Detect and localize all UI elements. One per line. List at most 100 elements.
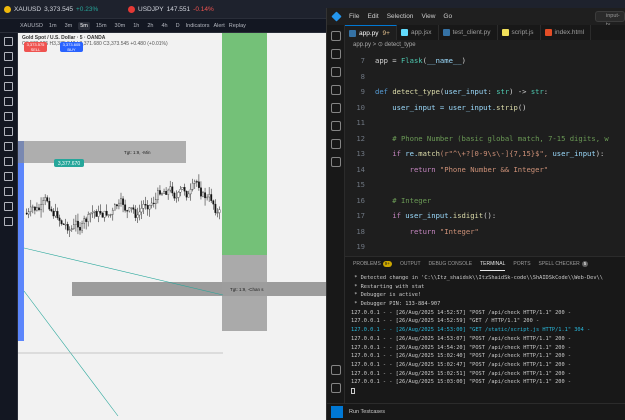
code-line[interactable]: 14 return "Phone Number && Integer" [345,162,625,178]
crosshair-icon[interactable] [4,37,13,46]
testing-icon[interactable] [331,121,341,131]
code-line[interactable]: 17 if user_input. isdigit (): [345,208,625,224]
editor-tab[interactable]: app.py 9+ [345,25,397,40]
run-debug-icon[interactable] [331,85,341,95]
candle-body [124,204,127,211]
symbol-change: +0.23% [76,6,99,13]
candle-body [179,189,182,193]
candle-body [40,204,43,211]
code-line[interactable]: 18 return "Integer" [345,224,625,240]
code-line[interactable]: 15 [345,177,625,193]
command-search-input[interactable]: input-ty [595,11,625,28]
menu-go[interactable]: Go [439,13,456,20]
candle-body [73,224,75,229]
editor-tab[interactable]: test_client.py [439,25,498,40]
code-token: : [543,87,549,97]
line-number: 19 [356,242,365,252]
source-control-icon[interactable] [331,67,341,77]
menu-view[interactable]: View [417,13,439,20]
eye-icon[interactable] [4,202,13,211]
account-icon[interactable] [331,365,341,375]
price-chart[interactable]: 3,377.670 Tgt: 1:9, -Min Tgt: 1:9, -Chan… [18,33,326,420]
editor-tab[interactable]: app.jsx [397,25,439,40]
buy-button[interactable]: 3,373.605 BUY [60,42,83,52]
forecast-icon[interactable] [4,127,13,136]
settings-gear-icon[interactable] [331,383,341,393]
ruler-icon[interactable] [4,142,13,151]
timeframe-1m[interactable]: 1m [47,22,59,30]
menu-edit[interactable]: Edit [363,13,382,20]
magnet-icon[interactable] [4,172,13,181]
code-line[interactable]: 7 app = Flask(__name__) [345,53,625,69]
menu-selection[interactable]: Selection [383,13,418,20]
candle-body [214,203,217,213]
candle-body [171,186,174,194]
code-editor[interactable]: 7 app = Flask(__name__) 8 9 def detect_type(… [345,53,625,256]
timeframe-2h[interactable]: 2h [145,22,155,30]
code-token: : [487,87,497,97]
zoom-icon[interactable] [4,157,13,166]
panel-tab[interactable]: TERMINAL [480,257,506,271]
candle-body [87,214,90,222]
trash-icon[interactable] [4,217,13,226]
candle-body [169,186,172,191]
candle-body [27,211,30,215]
pattern-icon[interactable] [4,112,13,121]
code-token: user_input [552,149,596,159]
panel-tab[interactable]: SPELL CHECKER 5 [539,257,589,271]
timeframe-5m[interactable]: 5m [78,21,90,30]
code-line[interactable]: 8 [345,69,625,85]
remote-indicator-icon[interactable] [331,406,343,418]
code-token: (): [483,211,497,221]
replay-button[interactable]: Replay [229,23,246,29]
candle-body [167,189,170,195]
panel-tab[interactable]: OUTPUT [400,257,421,271]
editor-tab[interactable]: script.js [498,25,541,40]
search-icon[interactable] [331,49,341,59]
code-line[interactable]: 11 [345,115,625,131]
indicators-button[interactable]: Indicators [186,23,210,29]
line-number: 9 [360,87,365,97]
panel-tab[interactable]: DEBUG CONSOLE [429,257,473,271]
terminal-output[interactable]: * Detected change in 'C:\\Itz_shaidsk\\I… [345,271,625,401]
explorer-icon[interactable] [331,31,341,41]
extensions-icon[interactable] [331,103,341,113]
panel-tab[interactable]: PORTS [513,257,530,271]
candle-body [75,220,77,225]
docker-icon[interactable] [331,139,341,149]
menu-file[interactable]: File [345,13,363,20]
candle-body [48,200,51,210]
candle-body [161,193,163,195]
code-line[interactable]: 16 # Integer [345,193,625,209]
sell-button[interactable]: 3,373.575 SELL [24,42,47,52]
code-line[interactable]: 12 # Phone Number (basic global match, 7… [345,131,625,147]
candlestick-plot[interactable]: 3,377.670 Tgt: 1:9, -Min Tgt: 1:9, -Chan… [18,33,326,420]
code-line[interactable]: 19 [345,239,625,255]
code-line[interactable]: 10 user_input = user_input. strip() [345,100,625,116]
panel-tab[interactable]: PROBLEMS 9+ [353,257,392,271]
candle-body [95,211,98,217]
trendline-icon[interactable] [4,52,13,61]
fib-icon[interactable] [4,67,13,76]
lock-icon[interactable] [4,187,13,196]
timeframe-30m[interactable]: 30m [113,22,128,30]
code-line[interactable]: 13 if re. match (r"^\+?[0-9\s\-]{7,15}$", … [345,146,625,162]
terminal-prompt[interactable] [351,387,620,397]
run-testcases-button[interactable]: Run Testcases [349,409,385,415]
timeframe-3m[interactable]: 3m [63,22,75,30]
remote-explorer-icon[interactable] [331,157,341,167]
timeframe-4h[interactable]: 4h [160,22,170,30]
timeframe-1h[interactable]: 1h [131,22,141,30]
alert-button[interactable]: Alert [213,23,224,29]
timeframe-15m[interactable]: 15m [94,22,109,30]
timeframe-d[interactable]: D [174,22,182,30]
symbol-search-label[interactable]: XAUUSD [20,23,43,29]
text-icon[interactable] [4,97,13,106]
symbol-tab-usdjpy[interactable]: USDJPY 147.551 -0.14% [128,3,214,16]
code-line[interactable]: 9 def detect_type(user_input: str) -> str… [345,84,625,100]
editor-tab[interactable]: index.html [541,25,592,40]
breadcrumb[interactable]: app.py > ⊙ detect_type [345,40,625,51]
candle-body [157,190,159,200]
symbol-tab-xauusd[interactable]: XAUUSD 3,373.545 +0.23% [4,3,98,16]
brush-icon[interactable] [4,82,13,91]
